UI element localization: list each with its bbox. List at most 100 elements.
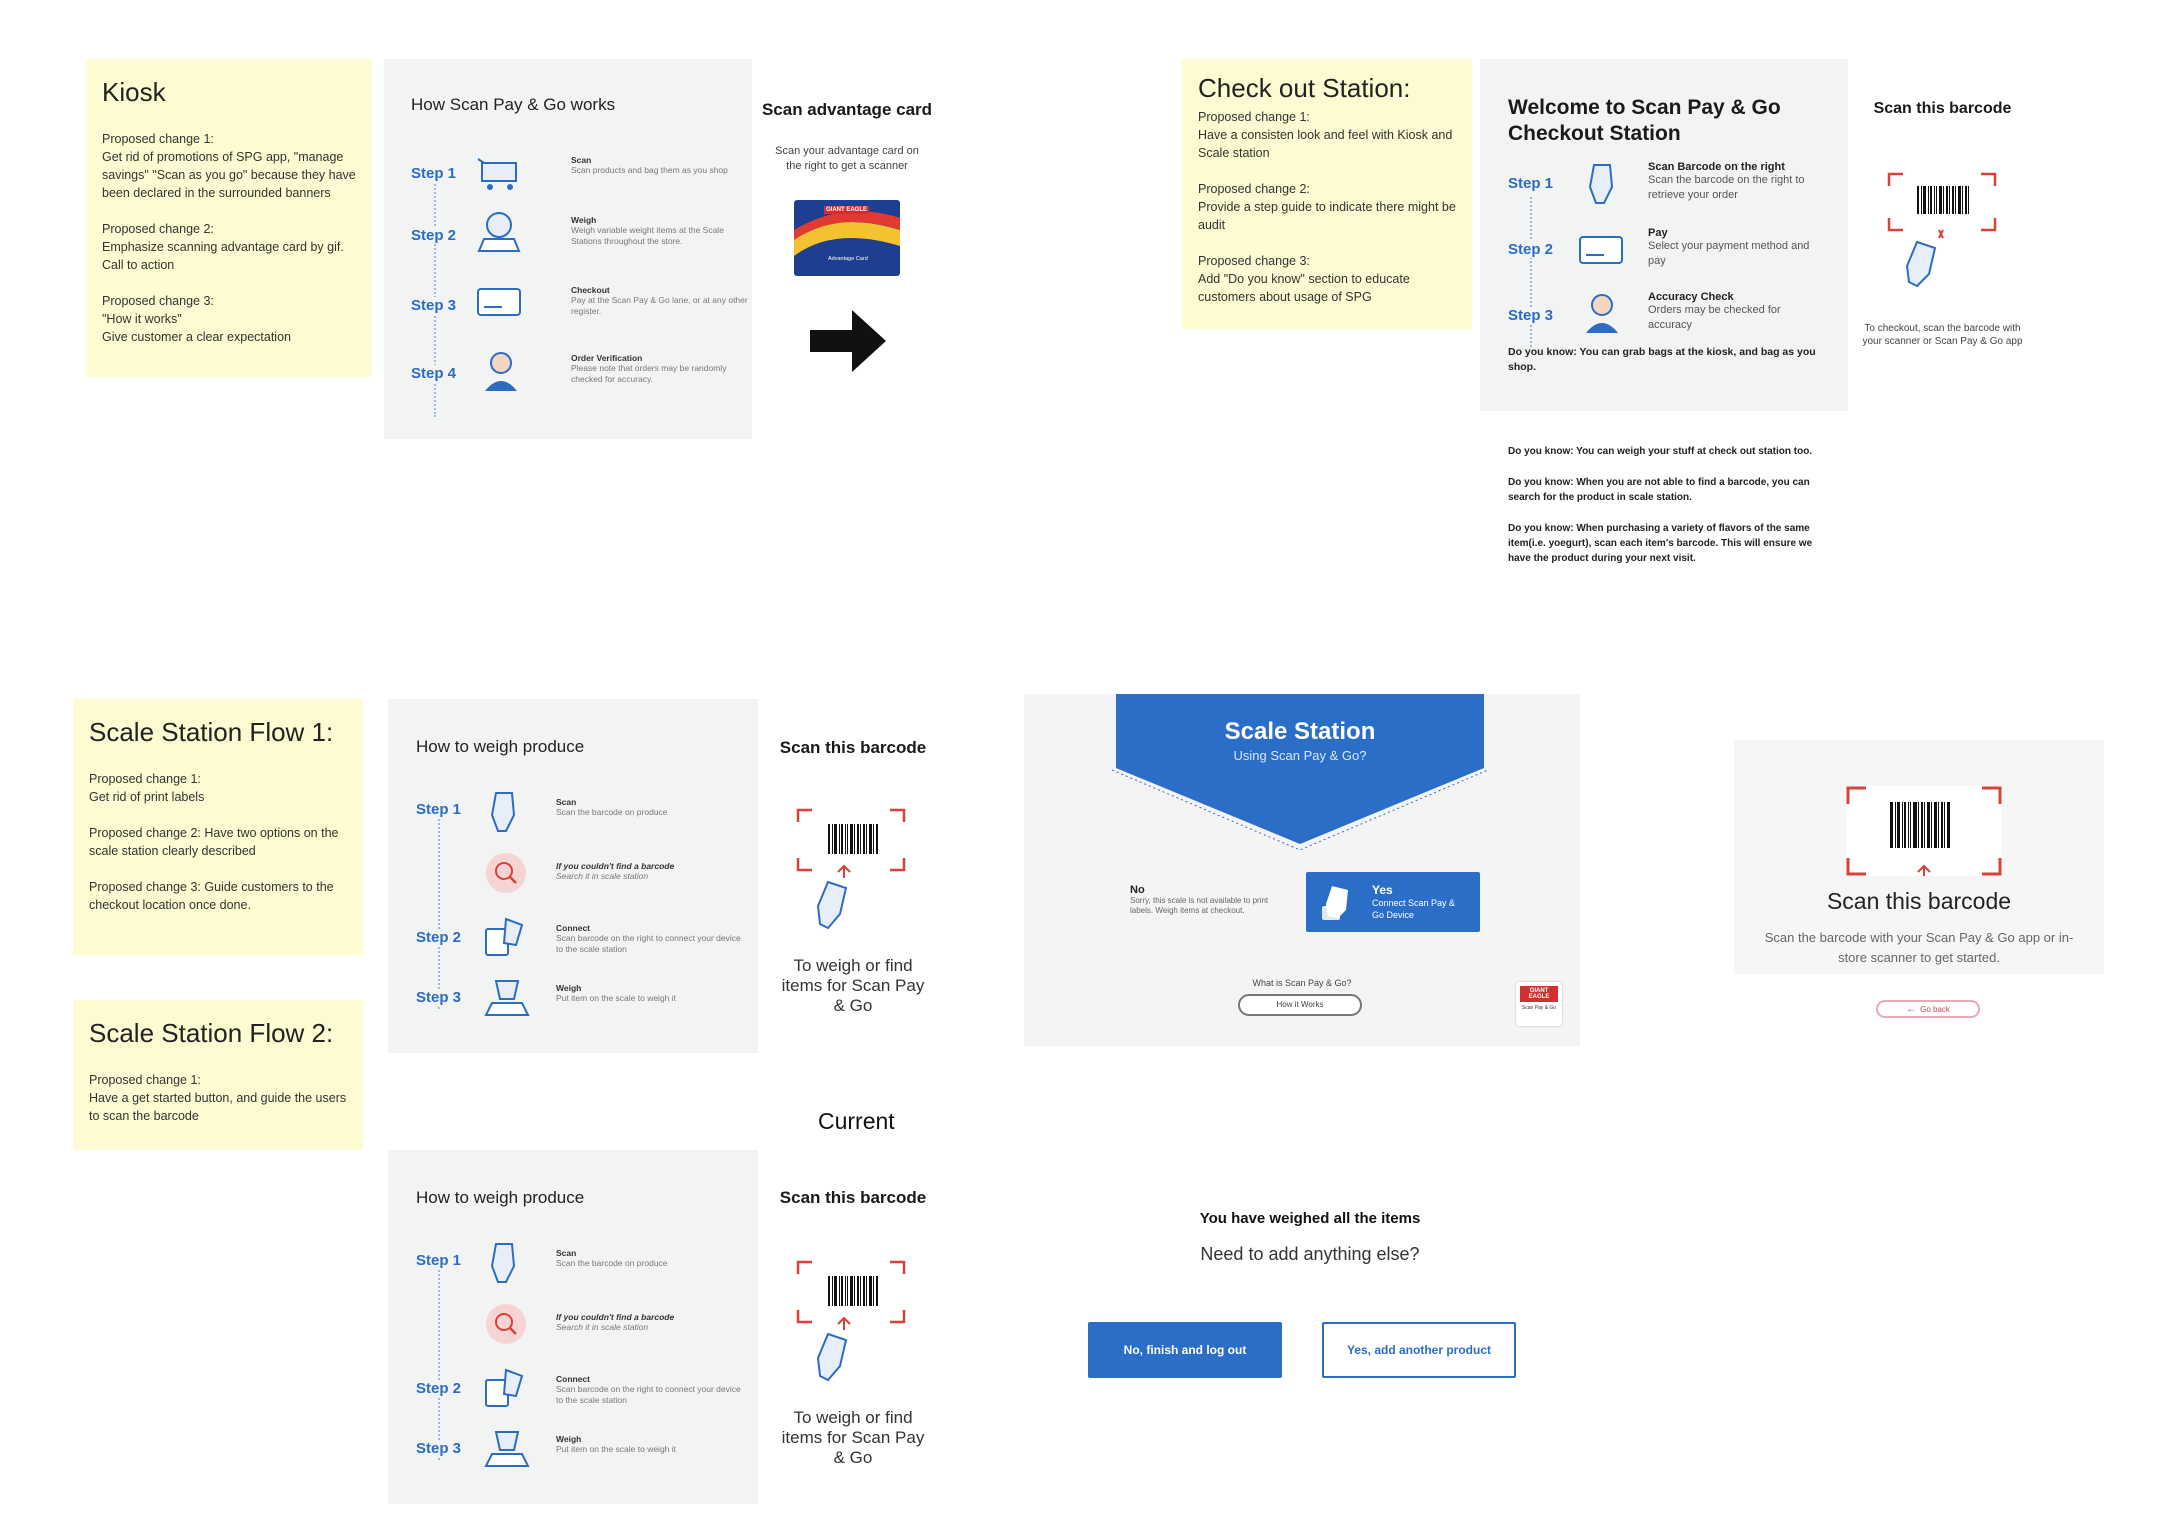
screen-title: You have weighed all the items xyxy=(1199,1210,1421,1227)
step-row: Step 1 Scan Scan products and bag them a… xyxy=(411,149,741,205)
panel-title: Welcome to Scan Pay & Go Checkout Statio… xyxy=(1508,96,1781,145)
step-title: Accuracy Check xyxy=(1648,291,1734,303)
scanner-icon xyxy=(804,864,864,932)
step-desc: Pay at the Scan Pay & Go lane, or at any… xyxy=(571,295,748,316)
step-desc: Orders may be checked for accuracy xyxy=(1648,304,1781,331)
scanner-icon xyxy=(804,1316,864,1384)
step-row: Step 2 Connect Scan barcode on the right… xyxy=(416,913,746,963)
step-title: Scan xyxy=(556,797,577,807)
weigh-barcode-column-current: Scan this barcode To weigh or find items… xyxy=(768,1188,938,1488)
step-desc: Select your payment method and pay xyxy=(1648,240,1810,267)
go-back-label: Go back xyxy=(1920,1004,1950,1014)
tip-item: Do you know: When purchasing a variety o… xyxy=(1508,523,1813,564)
barcode xyxy=(828,824,879,854)
step-label: Step 1 xyxy=(411,165,457,182)
screen-subtitle: Using Scan Pay & Go? xyxy=(1233,748,1367,763)
barcode-frame[interactable] xyxy=(1846,786,2002,876)
step-row: Step 1 Scan Scan the barcode on produce xyxy=(416,789,746,839)
yes-connect-button[interactable]: Yes Connect Scan Pay & Go Device xyxy=(1306,872,1480,932)
step-title: Connect xyxy=(556,923,590,933)
finish-logout-button[interactable]: No, finish and log out xyxy=(1088,1322,1282,1378)
logo-bottom: Scan Pay & Go xyxy=(1521,1005,1557,1011)
step-title: Weigh xyxy=(556,1434,582,1444)
step-row: Step 3 Weigh Put item on the scale to we… xyxy=(416,1424,746,1474)
logo-top: GIANT EAGLE xyxy=(1520,986,1558,1002)
step-label: Step 2 xyxy=(416,1380,462,1397)
note-text: Proposed change 3: Add "Do you know" sec… xyxy=(1198,254,1410,304)
barcode xyxy=(1890,802,1951,848)
connect-icon xyxy=(482,915,528,959)
note-text: Proposed change 2: Have two options on t… xyxy=(89,826,339,858)
person-icon xyxy=(1582,291,1622,335)
barcode-frame[interactable] xyxy=(796,1260,906,1324)
note-text: Proposed change 3: Guide customers to th… xyxy=(89,880,334,912)
step-row: Step 4 Order Verification Please note th… xyxy=(411,345,741,401)
barcode-frame[interactable] xyxy=(1887,172,1997,232)
scale-icon xyxy=(474,209,524,255)
go-back-button[interactable]: ← Go back xyxy=(1876,1000,1980,1018)
step-label: Step 2 xyxy=(1508,241,1554,258)
step-row: Step 2 Connect Scan barcode on the right… xyxy=(416,1364,746,1414)
step-desc: Scan the barcode on produce xyxy=(556,807,668,817)
barcode-caption: To checkout, scan the barcode with your … xyxy=(1862,323,2023,347)
screen-title: Scan this barcode xyxy=(1826,888,2012,914)
step-label: Step 3 xyxy=(1508,307,1554,324)
connect-icon xyxy=(482,1366,528,1410)
note-text: Proposed change 2: Provide a step guide … xyxy=(1198,182,1456,232)
scale-station-screen: Scale Station Using Scan Pay & Go? No So… xyxy=(1024,694,1580,1046)
scanner-icon xyxy=(1318,882,1358,922)
how-it-works-button[interactable]: How it Works xyxy=(1238,994,1362,1016)
step-desc: Scan barcode on the right to connect you… xyxy=(556,933,741,954)
step-desc: Put item on the scale to weigh it xyxy=(556,1444,677,1454)
note-text: Proposed change 1: Get rid of promotions… xyxy=(102,132,356,200)
screen-question: Need to add anything else? xyxy=(1200,1244,1420,1264)
note-text: Proposed change 3: "How it works" Give c… xyxy=(102,294,291,344)
note-title: Check out Station: xyxy=(1198,73,1411,103)
barcode xyxy=(1917,186,1971,214)
weigh-produce-panel: How to weigh produce Step 1 Scan Scan th… xyxy=(388,699,758,1053)
weigh-complete-screen: You have weighed all the items Need to a… xyxy=(1060,1210,1560,1410)
weigh-produce-panel-current: How to weigh produce Step 1 Scan Scan th… xyxy=(388,1150,758,1504)
step-label: Step 3 xyxy=(416,989,462,1006)
scale-flow-1-note: Scale Station Flow 1: Proposed change 1:… xyxy=(73,699,363,955)
scan-cart-icon xyxy=(476,153,524,193)
note-text: Proposed change 1: Have a get started bu… xyxy=(89,1073,347,1123)
step-label: Step 4 xyxy=(411,365,457,382)
scale-icon xyxy=(482,975,532,1019)
barcode-frame[interactable] xyxy=(796,808,906,872)
column-title: Scan this barcode xyxy=(779,1188,927,1207)
step-desc: Scan the barcode on the right to retriev… xyxy=(1648,174,1805,201)
step-label: Step 2 xyxy=(411,227,457,244)
search-icon xyxy=(484,851,528,895)
step-label: Step 2 xyxy=(416,929,462,946)
step-title: Scan Barcode on the right xyxy=(1648,161,1785,173)
screen-desc: Scan the barcode with your Scan Pay & Go… xyxy=(1764,930,2074,965)
do-you-know-tips: Do you know: You can weigh your stuff at… xyxy=(1508,444,1830,566)
step-desc: Scan the barcode on produce xyxy=(556,1258,668,1268)
arrow-right-icon xyxy=(808,306,888,376)
step-title: Scan xyxy=(556,1248,577,1258)
step-title: Scan xyxy=(571,155,592,165)
add-another-button[interactable]: Yes, add another product xyxy=(1322,1322,1516,1378)
kiosk-note: Kiosk Proposed change 1: Get rid of prom… xyxy=(86,59,372,377)
advantage-card-image[interactable]: GIANT EAGLE Advantage Card xyxy=(794,200,900,276)
card-label: Advantage Card xyxy=(828,256,868,262)
no-option[interactable]: No Sorry, this scale is not available to… xyxy=(1130,884,1300,916)
note-title: Scale Station Flow 1: xyxy=(89,717,334,747)
step-desc: Put item on the scale to weigh it xyxy=(556,993,677,1003)
step-desc: Please note that orders may be randomly … xyxy=(571,363,727,384)
advantage-desc: Scan your advantage card on the right to… xyxy=(775,145,919,172)
scanner-icon xyxy=(1580,161,1620,207)
note-text: Proposed change 1: Have a consisten look… xyxy=(1198,110,1453,160)
search-icon xyxy=(484,1302,528,1346)
step-row: If you couldn't find a barcode Search it… xyxy=(416,1300,746,1350)
step-row: Step 3 Weigh Put item on the scale to we… xyxy=(416,973,746,1023)
yes-desc: Connect Scan Pay & Go Device xyxy=(1372,898,1456,920)
checkout-barcode-column: Scan this barcode To checkout, scan the … xyxy=(1855,100,2030,380)
step-row: If you couldn't find a barcode Search it… xyxy=(416,849,746,899)
step-title: If you couldn't find a barcode xyxy=(556,861,675,871)
step-desc: Search it in scale station xyxy=(556,871,649,881)
step-title: Order Verification xyxy=(571,353,643,363)
person-icon xyxy=(481,349,521,393)
step-title: Weigh xyxy=(571,215,597,225)
